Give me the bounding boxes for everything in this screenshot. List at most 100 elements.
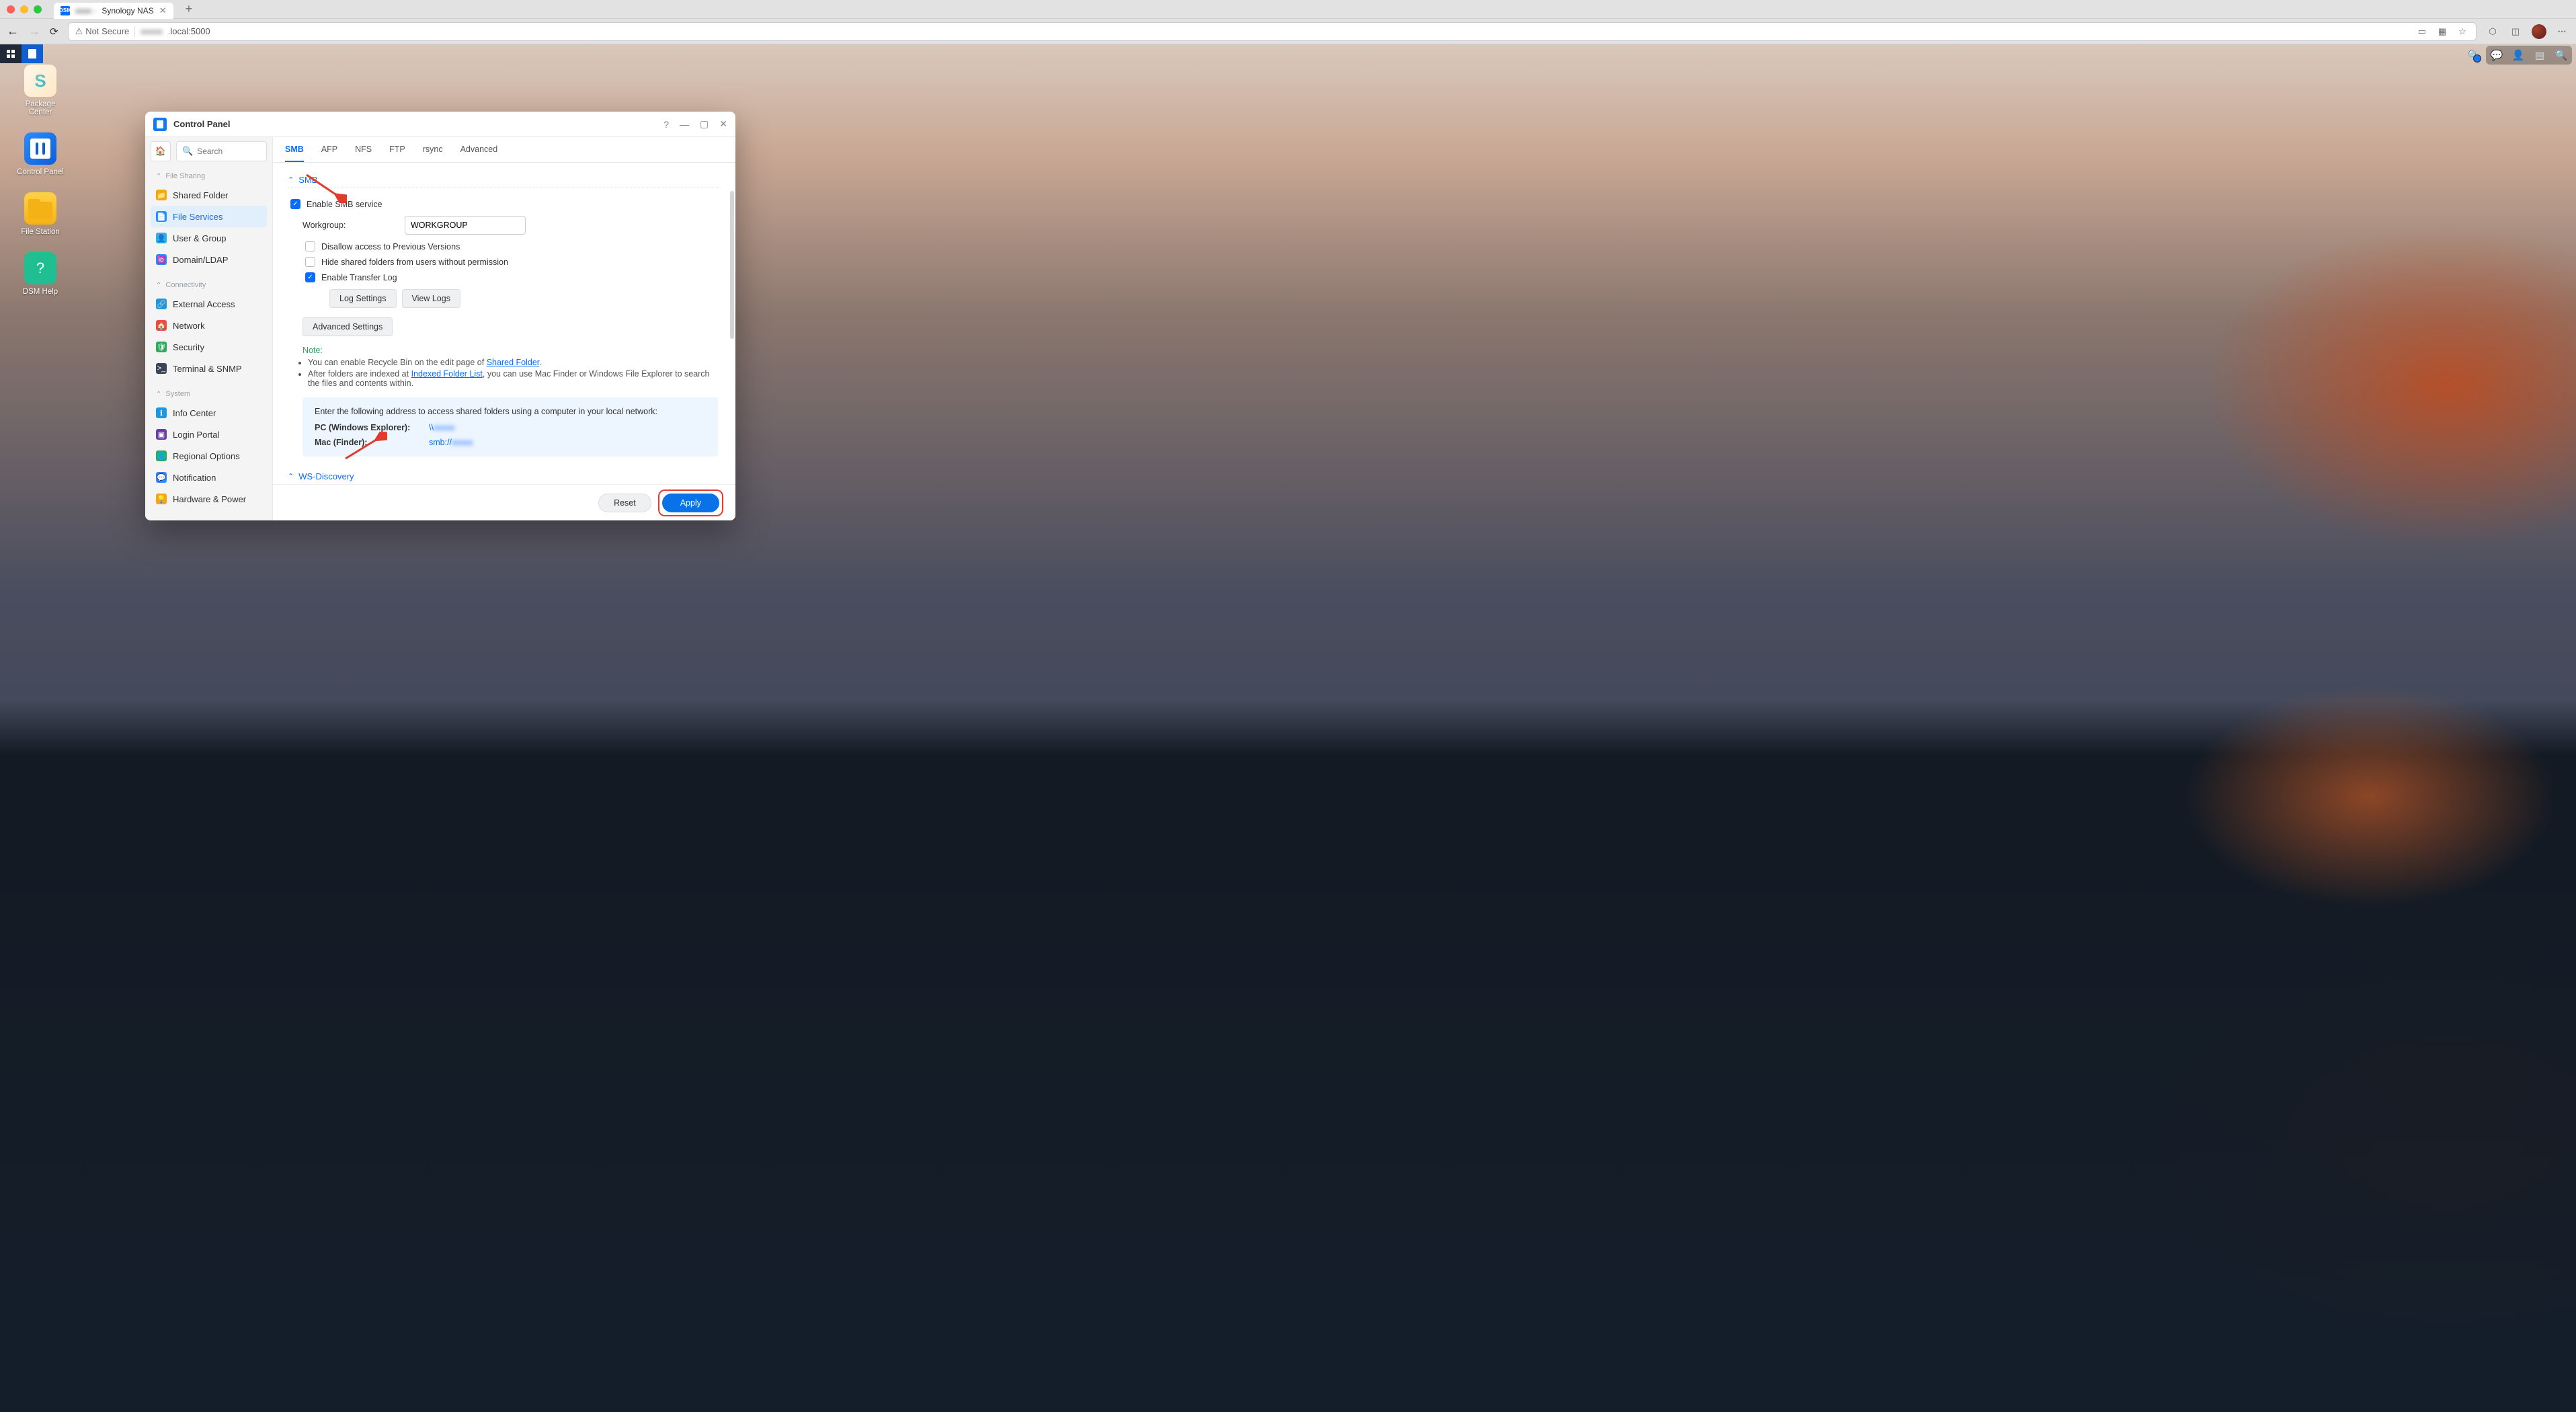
sidebar-search-input[interactable] <box>197 147 261 156</box>
advanced-settings-button[interactable]: Advanced Settings <box>303 317 393 336</box>
sidebar-item-hardware-power[interactable]: 💡Hardware & Power <box>151 488 267 510</box>
new-tab-button[interactable]: + <box>186 2 193 16</box>
tab-favicon: DSM <box>61 6 70 15</box>
desktop-icon-control-panel[interactable]: Control Panel <box>13 132 67 176</box>
tab-ftp[interactable]: FTP <box>389 137 405 162</box>
sidebar-item-label: Security <box>173 342 204 352</box>
apply-annotation-highlight: Apply <box>658 489 723 516</box>
panel-footer: Reset Apply <box>273 484 735 520</box>
screen-icon[interactable]: ▭ <box>2415 25 2429 38</box>
window-app-icon <box>153 118 167 131</box>
enable-smb-checkbox[interactable] <box>290 199 300 209</box>
tab-close-icon[interactable]: ✕ <box>159 5 167 16</box>
sidebar-item-domain-ldap[interactable]: 🆔Domain/LDAP <box>151 249 267 270</box>
extension-2-icon[interactable]: ◫ <box>2509 25 2522 38</box>
sidebar-item-notification[interactable]: 💬Notification <box>151 467 267 488</box>
profile-avatar[interactable] <box>2532 24 2546 39</box>
indexed-folder-list-link[interactable]: Indexed Folder List <box>411 369 483 379</box>
sidebar-item-regional-options[interactable]: 🌐Regional Options <box>151 445 267 467</box>
minimize-window-dot[interactable] <box>20 5 28 13</box>
not-secure-badge[interactable]: ⚠ Not Secure <box>75 26 130 37</box>
tray-package-update-icon[interactable]: 🔍 <box>2467 48 2481 62</box>
browser-toolbar: ← → ⟳ ⚠ Not Secure xxxxx.local:5000 ▭ ▦ … <box>0 19 2576 44</box>
warning-icon: ⚠ <box>75 26 83 37</box>
tray-user-icon[interactable]: 👤 <box>2511 48 2525 62</box>
sidebar-group-connectivity[interactable]: Connectivity <box>151 277 267 293</box>
view-logs-button[interactable]: View Logs <box>402 289 460 308</box>
apply-button[interactable]: Apply <box>662 494 719 512</box>
browser-menu-icon[interactable]: ⋯ <box>2556 25 2569 38</box>
dsm-desktop: 🔍 💬 👤 ▤ 🔍 Package Center Control Panel F… <box>0 44 2576 1412</box>
enable-smb-row: Enable SMB service <box>288 196 721 212</box>
back-button[interactable]: ← <box>7 24 19 38</box>
shared-folder-link[interactable]: Shared Folder <box>487 358 540 367</box>
enable-transfer-log-checkbox[interactable] <box>305 272 315 282</box>
tray-chat-icon[interactable]: 💬 <box>2490 48 2503 62</box>
file-services-icon: 📄 <box>156 211 167 222</box>
hide-shared-checkbox[interactable] <box>305 257 315 267</box>
desktop-icons: Package Center Control Panel File Statio… <box>13 65 67 296</box>
close-icon[interactable]: ✕ <box>719 118 727 130</box>
sidebar-item-info-center[interactable]: ℹInfo Center <box>151 402 267 424</box>
hide-shared-row: Hide shared folders from users without p… <box>303 254 721 270</box>
browser-tab[interactable]: DSM xxxx - Synology NAS ✕ <box>54 3 173 19</box>
sidebar-home-button[interactable]: 🏠 <box>151 141 171 161</box>
reset-button[interactable]: Reset <box>598 494 651 512</box>
url-bar[interactable]: ⚠ Not Secure xxxxx.local:5000 ▭ ▦ ☆ <box>68 22 2477 41</box>
minimize-icon[interactable]: — <box>680 119 689 130</box>
url-divider <box>134 26 135 37</box>
smb-section-header[interactable]: ⌃ SMB <box>288 172 721 188</box>
folder-icon: 📁 <box>156 190 167 200</box>
sidebar-item-terminal-snmp[interactable]: >_Terminal & SNMP <box>151 358 267 379</box>
log-settings-button[interactable]: Log Settings <box>329 289 397 308</box>
main-menu-button[interactable] <box>0 44 22 63</box>
disallow-previous-checkbox[interactable] <box>305 241 315 251</box>
sidebar-item-network[interactable]: 🏠Network <box>151 315 267 336</box>
sidebar-group-file-sharing[interactable]: File Sharing <box>151 168 267 184</box>
tab-title-blur: xxxx - <box>75 6 96 15</box>
sidebar-group-system[interactable]: System <box>151 386 267 402</box>
tray-search-icon[interactable]: 🔍 <box>2554 48 2568 62</box>
sidebar-search[interactable]: 🔍 <box>176 141 267 161</box>
control-panel-taskbar-button[interactable] <box>22 44 43 63</box>
tab-rsync[interactable]: rsync <box>423 137 443 162</box>
disallow-previous-row: Disallow access to Previous Versions <box>303 239 721 254</box>
maximize-window-dot[interactable] <box>34 5 42 13</box>
sidebar-item-user-group[interactable]: 👤User & Group <box>151 227 267 249</box>
window-titlebar[interactable]: Control Panel ? — ▢ ✕ <box>145 112 735 137</box>
scrollbar-thumb[interactable] <box>730 191 734 339</box>
sidebar-item-external-access[interactable]: 🔗External Access <box>151 293 267 315</box>
enable-transfer-log-label: Enable Transfer Log <box>321 273 397 282</box>
smb-content-scroll[interactable]: ⌃ SMB Enable SMB service Workg <box>273 163 735 484</box>
help-icon[interactable]: ? <box>663 119 669 130</box>
sidebar-item-security[interactable]: 🛡Security <box>151 336 267 358</box>
tab-afp[interactable]: AFP <box>321 137 337 162</box>
extensions-icon[interactable]: ⬡ <box>2486 25 2499 38</box>
desktop-icon-label: Control Panel <box>17 168 64 176</box>
file-services-tabs: SMB AFP NFS FTP rsync Advanced <box>273 137 735 163</box>
sidebar-item-file-services[interactable]: 📄File Services <box>151 206 267 227</box>
sidebar-item-shared-folder[interactable]: 📁Shared Folder <box>151 184 267 206</box>
tab-advanced[interactable]: Advanced <box>460 137 498 162</box>
sidebar-item-login-portal[interactable]: ▣Login Portal <box>151 424 267 445</box>
ws-discovery-title: WS-Discovery <box>298 471 354 481</box>
hardware-icon: 💡 <box>156 494 167 504</box>
reload-button[interactable]: ⟳ <box>50 26 58 38</box>
desktop-icon-package-center[interactable]: Package Center <box>13 65 67 116</box>
url-host-blur: xxxxx <box>140 26 163 36</box>
close-window-dot[interactable] <box>7 5 15 13</box>
ws-discovery-section-header[interactable]: ⌃ WS-Discovery <box>288 469 721 484</box>
tab-nfs[interactable]: NFS <box>355 137 372 162</box>
desktop-icon-dsm-help[interactable]: ? DSM Help <box>13 252 67 296</box>
tab-smb[interactable]: SMB <box>285 137 304 162</box>
workgroup-input[interactable] <box>405 216 526 235</box>
info-pc-label: PC (Windows Explorer): <box>315 423 429 432</box>
desktop-icon-file-station[interactable]: File Station <box>13 192 67 236</box>
maximize-icon[interactable]: ▢ <box>700 118 709 130</box>
desktop-icon-label: DSM Help <box>23 288 58 296</box>
bookmark-star-icon[interactable]: ☆ <box>2456 25 2469 38</box>
tray-widgets-icon[interactable]: ▤ <box>2533 48 2546 62</box>
info-icon: ℹ <box>156 407 167 418</box>
domain-icon: 🆔 <box>156 254 167 265</box>
qr-icon[interactable]: ▦ <box>2436 25 2449 38</box>
